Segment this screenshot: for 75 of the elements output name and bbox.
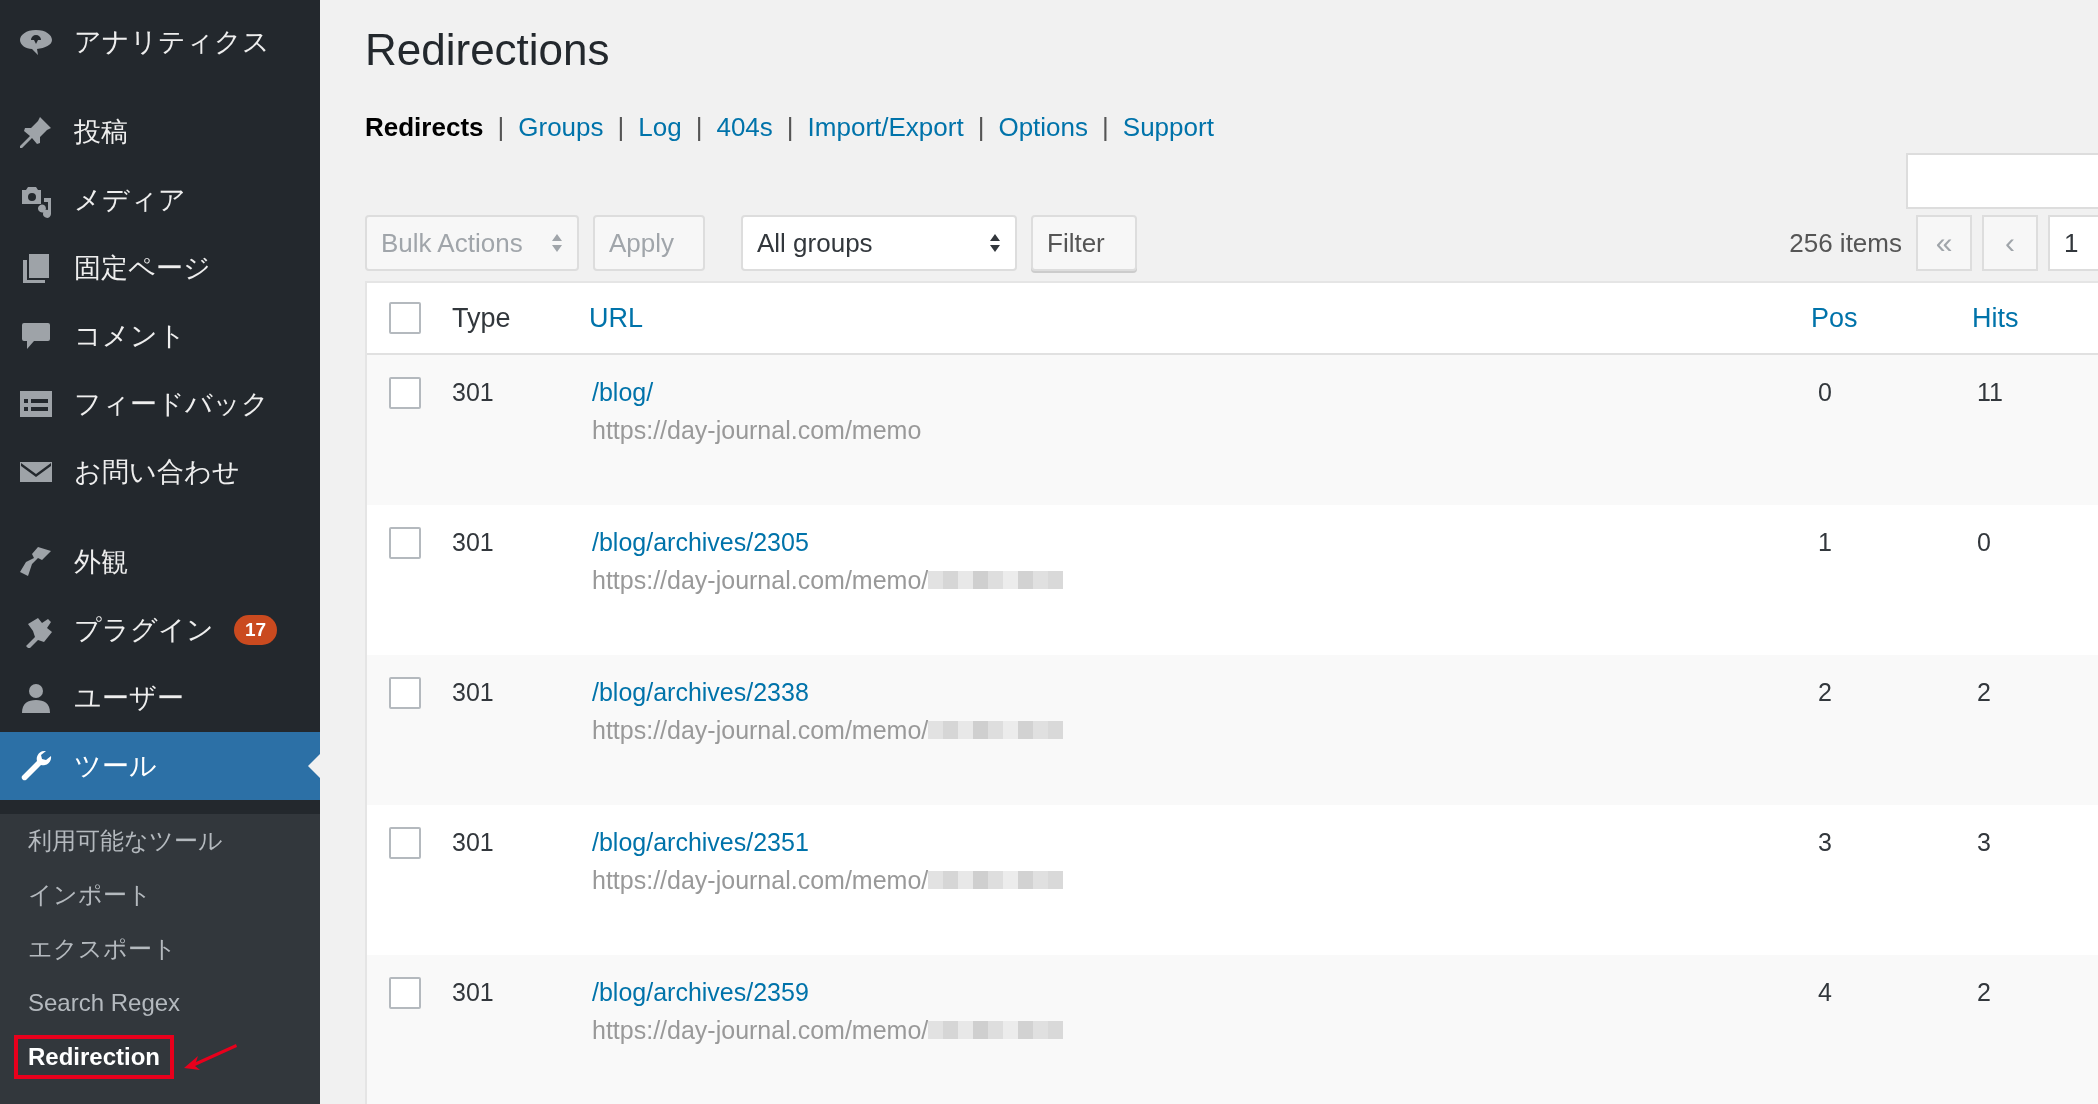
sidebar-item[interactable]: メディア <box>0 166 320 234</box>
sidebar-item[interactable]: 投稿 <box>0 98 320 166</box>
checkbox[interactable] <box>389 977 421 1009</box>
separator: | <box>695 112 703 143</box>
source-link[interactable]: /blog/archives/2338 <box>592 673 1811 711</box>
separator: | <box>786 112 794 143</box>
tab[interactable]: Log <box>638 112 682 143</box>
target-url: https://day-journal.com/memo/ <box>592 565 929 596</box>
submenu-item[interactable]: Redirection <box>14 1035 175 1079</box>
target-url: https://day-journal.com/memo/ <box>592 865 929 896</box>
tab[interactable]: Groups <box>518 112 604 143</box>
table-cell: 4 <box>1818 978 1832 1006</box>
checkbox[interactable] <box>389 377 421 409</box>
page-number-field[interactable]: 1 <box>2048 215 2098 271</box>
search-field[interactable] <box>1906 153 2098 209</box>
tab[interactable]: Import/Export <box>807 112 964 143</box>
separator: | <box>1102 112 1109 143</box>
sidebar-item[interactable]: ツール <box>0 732 320 800</box>
tab[interactable]: Support <box>1122 112 1214 143</box>
checkbox[interactable] <box>389 527 421 559</box>
submenu-item[interactable]: インポート <box>14 871 166 919</box>
column-header[interactable]: Pos <box>1811 302 1972 334</box>
table-cell: 301 <box>452 678 494 706</box>
target-url: https://day-journal.com/memo <box>592 415 922 446</box>
submenu-item[interactable]: エクスポート <box>14 925 191 973</box>
arrow-icon <box>182 1042 239 1072</box>
tab[interactable]: Redirects <box>365 112 484 143</box>
column-header[interactable]: Hits <box>1972 302 2098 334</box>
table-cell: 301 <box>452 828 494 856</box>
submenu-item[interactable]: Search Regex <box>14 981 195 1025</box>
sidebar-item[interactable]: お問い合わせ <box>0 438 320 506</box>
table-cell: 1 <box>1818 528 1832 556</box>
sidebar-item[interactable]: コメント <box>0 302 320 370</box>
sidebar-item[interactable]: フィードバック <box>0 370 320 438</box>
table-cell: 301 <box>452 978 494 1006</box>
checkbox[interactable] <box>389 302 421 334</box>
tab[interactable]: 404s <box>716 112 773 143</box>
checkbox[interactable] <box>389 827 421 859</box>
source-link[interactable]: /blog/archives/2351 <box>592 823 1811 861</box>
submenu-item[interactable]: 利用可能なツール <box>14 817 237 865</box>
item-count: 256 items <box>1789 227 1902 259</box>
sidebar-item[interactable]: ユーザー <box>0 664 320 732</box>
page-title: Redirections <box>365 24 611 76</box>
sidebar-item[interactable]: 固定ページ <box>0 234 320 302</box>
sidebar-item[interactable]: プラグイン 17 <box>0 596 320 664</box>
table-cell: 11 <box>1977 378 2003 406</box>
table-cell: 301 <box>452 528 494 556</box>
count-badge: 17 <box>234 615 278 645</box>
column-header: Type <box>452 302 512 334</box>
table-cell: 2 <box>1977 978 1991 1006</box>
target-url: https://day-journal.com/memo/ <box>592 715 929 746</box>
target-url: https://day-journal.com/memo/ <box>592 1015 929 1046</box>
table-cell: 3 <box>1818 828 1832 856</box>
table-cell: 2 <box>1977 678 1991 706</box>
source-link[interactable]: /blog/archives/2305 <box>592 523 1811 561</box>
select-field[interactable]: All groups <box>741 215 1017 271</box>
column-header[interactable]: URL <box>589 302 1811 334</box>
sidebar-item[interactable]: 外観 <box>0 528 320 596</box>
table-cell: 3 <box>1977 828 1991 856</box>
tab[interactable]: Options <box>998 112 1089 143</box>
updown-icon <box>989 232 1001 254</box>
separator: | <box>617 112 625 143</box>
table-cell: 301 <box>452 378 494 406</box>
separator: | <box>497 112 505 143</box>
sidebar-item[interactable]: アナリティクス <box>0 8 320 76</box>
checkbox[interactable] <box>389 677 421 709</box>
table-cell: 2 <box>1818 678 1832 706</box>
updown-icon <box>551 232 563 254</box>
table-cell: 0 <box>1977 528 1991 556</box>
source-link[interactable]: /blog/archives/2359 <box>592 973 1811 1011</box>
table-cell: 0 <box>1818 378 1832 406</box>
separator: | <box>977 112 985 143</box>
pin-icon <box>18 114 54 150</box>
filter-button[interactable]: Filter <box>1031 215 1137 271</box>
source-link[interactable]: /blog/ <box>592 373 1811 411</box>
